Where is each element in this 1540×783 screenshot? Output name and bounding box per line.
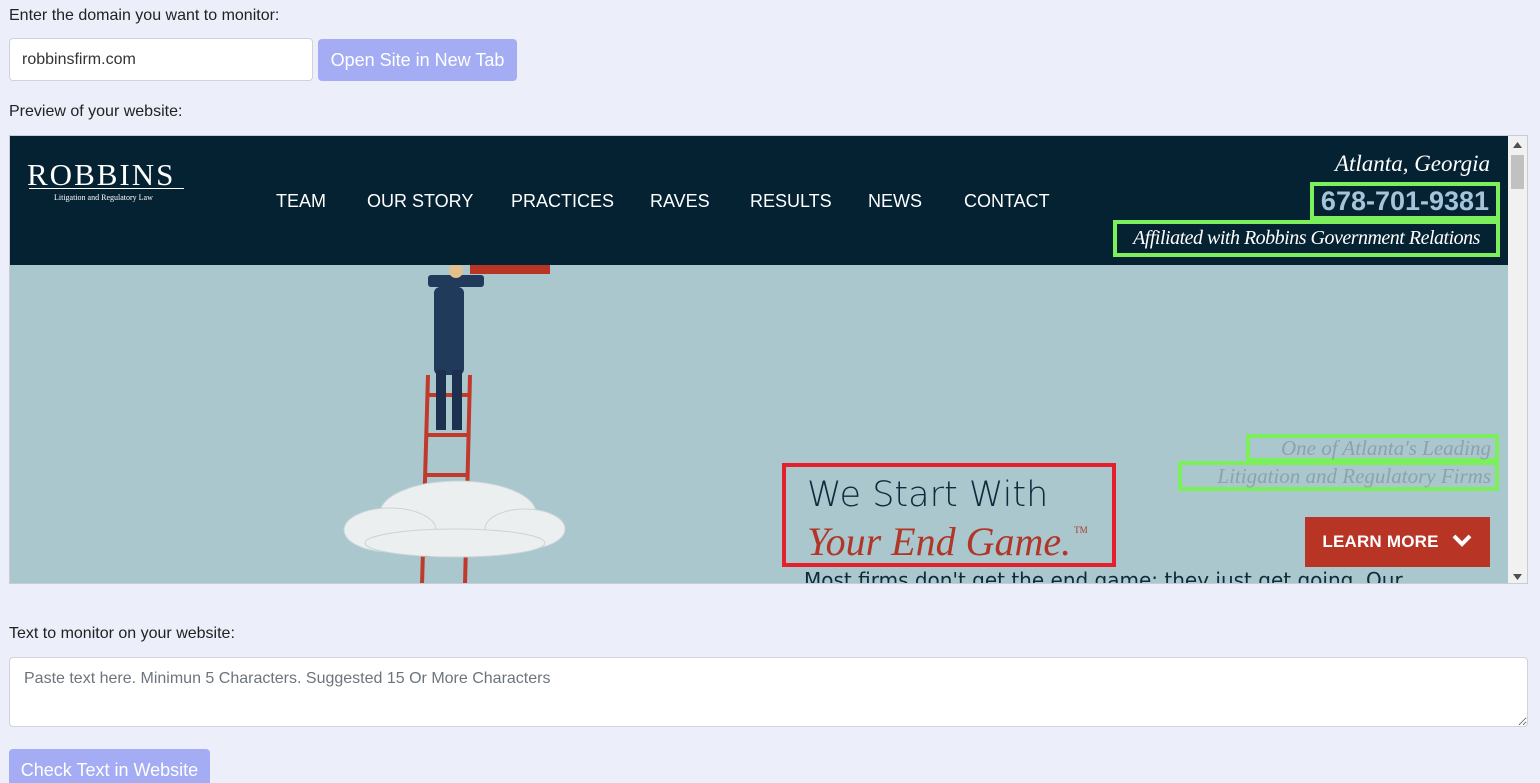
monitor-text-input[interactable] <box>9 657 1528 727</box>
site-phone-highlighted[interactable]: 678-701-9381 <box>1310 182 1500 220</box>
headline-line-1: We Start With <box>807 475 1049 515</box>
site-city: Atlanta, Georgia <box>1334 151 1490 176</box>
nav-item-results[interactable]: RESULTS <box>750 191 832 212</box>
preview-scrollbar[interactable] <box>1508 136 1527 583</box>
logo-divider <box>29 188 184 189</box>
nav-item-news[interactable]: NEWS <box>868 191 922 212</box>
hero-body-text: Most firms don't get the end game; they … <box>804 568 1403 584</box>
nav-item-our-story[interactable]: OUR STORY <box>367 191 473 212</box>
learn-more-button[interactable]: LEARN MORE <box>1305 517 1490 567</box>
chevron-down-icon <box>1451 532 1473 553</box>
headline-line-2: Your End Game. TM <box>807 518 1088 565</box>
nav-item-raves[interactable]: RAVES <box>650 191 710 212</box>
domain-input[interactable] <box>9 38 313 81</box>
open-site-button[interactable]: Open Site in New Tab <box>318 39 517 81</box>
trademark-mark: TM <box>1074 525 1088 535</box>
hero-section: One of Atlanta's Leading Litigation and … <box>10 265 1508 584</box>
preview-label: Preview of your website: <box>9 103 183 120</box>
headline-line-2-text: Your End Game. <box>807 519 1072 564</box>
nav-item-practices[interactable]: PRACTICES <box>511 191 614 212</box>
nav-item-contact[interactable]: CONTACT <box>964 191 1050 212</box>
preview-site: ROBBINS Litigation and Regulatory Law TE… <box>10 136 1508 584</box>
site-logo-tagline: Litigation and Regulatory Law <box>54 193 153 202</box>
site-affiliated-highlighted[interactable]: Affiliated with Robbins Government Relat… <box>1113 220 1500 257</box>
leading-line-1-highlighted[interactable]: One of Atlanta's Leading <box>1246 434 1499 462</box>
figure-silhouette <box>428 265 550 430</box>
hero-illustration <box>343 265 566 583</box>
cloud-shape <box>343 480 566 558</box>
scroll-up-arrow-icon[interactable] <box>1508 136 1527 153</box>
website-preview-frame[interactable]: ROBBINS Litigation and Regulatory Law TE… <box>9 135 1528 584</box>
scroll-thumb[interactable] <box>1511 155 1524 189</box>
domain-label: Enter the domain you want to monitor: <box>9 7 280 24</box>
headline-selected-box[interactable]: We Start With Your End Game. TM <box>782 463 1116 567</box>
leading-line-2-highlighted[interactable]: Litigation and Regulatory Firms <box>1178 461 1499 491</box>
scroll-down-arrow-icon[interactable] <box>1508 568 1527 583</box>
site-header: ROBBINS Litigation and Regulatory Law TE… <box>10 136 1508 265</box>
nav-item-team[interactable]: TEAM <box>276 191 326 212</box>
monitor-text-label: Text to monitor on your website: <box>9 625 235 642</box>
learn-more-label: LEARN MORE <box>1322 532 1439 551</box>
check-text-button[interactable]: Check Text in Website <box>9 749 210 783</box>
